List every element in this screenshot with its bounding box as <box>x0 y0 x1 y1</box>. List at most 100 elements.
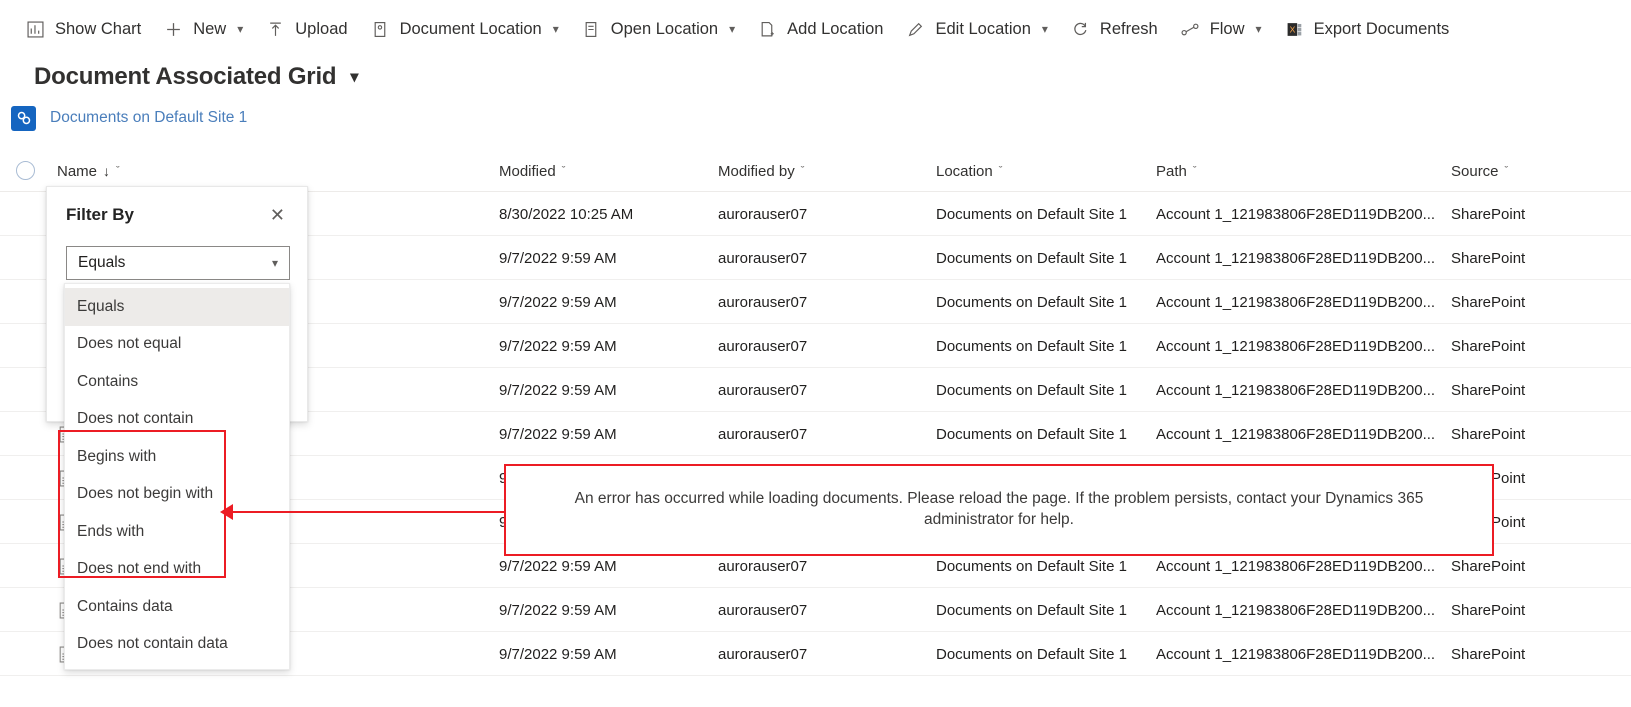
cell-modified-by: aurorauser07 <box>718 293 808 311</box>
command-label: Show Chart <box>55 19 142 38</box>
add-location-icon <box>757 19 778 40</box>
cell-location: Documents on Default Site 1 <box>936 381 1127 399</box>
command-upload[interactable]: Upload <box>254 9 358 49</box>
cell-source: SharePoint <box>1451 205 1526 223</box>
breadcrumb: Documents on Default Site 1 <box>0 102 1631 134</box>
command-edit-location[interactable]: Edit Location ▾ <box>894 9 1058 49</box>
chevron-down-icon: ▾ <box>237 22 244 36</box>
cell-modified: 9/7/2022 9:59 AM <box>499 601 617 619</box>
column-header-location[interactable]: Location ˇ <box>936 150 1146 192</box>
chart-icon <box>25 19 46 40</box>
cell-modified: 9/7/2022 9:59 AM <box>499 645 617 663</box>
flow-icon <box>1180 19 1201 40</box>
close-icon[interactable]: ✕ <box>266 204 289 226</box>
cell-modified-by: aurorauser07 <box>718 381 808 399</box>
chevron-down-icon[interactable]: ˇ <box>1505 165 1509 177</box>
cell-source: SharePoint <box>1451 293 1526 311</box>
filter-option-does-not-equal[interactable]: Does not equal <box>65 325 289 363</box>
command-label: Refresh <box>1099 19 1158 38</box>
cell-path: Account 1_121983806F28ED119DB200... <box>1156 205 1436 223</box>
view-selector-chevron-down-icon[interactable]: ▾ <box>350 67 358 87</box>
chevron-down-icon: ▾ <box>729 22 736 36</box>
command-label: Flow <box>1209 19 1245 38</box>
error-message-text: An error has occurred while loading docu… <box>574 490 1424 528</box>
chevron-down-icon: ▾ <box>552 22 559 36</box>
column-header-label: Modified by <box>718 162 795 180</box>
column-header-label: Source <box>1451 162 1499 180</box>
filter-option-contains[interactable]: Contains <box>65 363 289 401</box>
command-flow[interactable]: Flow ▾ <box>1169 9 1273 49</box>
error-callout: An error has occurred while loading docu… <box>504 464 1494 556</box>
cell-path: Account 1_121983806F28ED119DB200... <box>1156 337 1436 355</box>
cell-path: Account 1_121983806F28ED119DB200... <box>1156 645 1436 663</box>
column-header-path[interactable]: Path ˇ <box>1156 150 1436 192</box>
filter-option-begins-with[interactable]: Begins with <box>65 438 289 476</box>
cell-modified: 9/7/2022 9:59 AM <box>499 337 617 355</box>
filter-operator-value: Equals <box>78 254 126 271</box>
filter-option-equals[interactable]: Equals <box>65 288 289 326</box>
column-header-label: Modified <box>499 162 556 180</box>
column-header-label: Path <box>1156 162 1187 180</box>
cell-modified: 9/7/2022 9:59 AM <box>499 293 617 311</box>
cell-modified-by: aurorauser07 <box>718 205 808 223</box>
cell-location: Documents on Default Site 1 <box>936 425 1127 443</box>
command-document-location[interactable]: Document Location ▾ <box>359 9 570 49</box>
command-refresh[interactable]: Refresh <box>1059 9 1169 49</box>
cell-location: Documents on Default Site 1 <box>936 205 1127 223</box>
command-add-location[interactable]: Add Location <box>746 9 894 49</box>
plus-icon <box>163 19 184 40</box>
document-location-icon <box>370 19 391 40</box>
column-header-modified[interactable]: Modified ˇ <box>499 150 709 192</box>
command-label: Edit Location <box>935 19 1031 38</box>
cell-modified: 9/7/2022 9:59 AM <box>499 249 617 267</box>
cell-modified: 8/30/2022 10:25 AM <box>499 205 634 223</box>
cell-modified-by: aurorauser07 <box>718 425 808 443</box>
cell-modified-by: aurorauser07 <box>718 645 808 663</box>
command-label: Document Location <box>399 19 542 38</box>
chevron-down-icon[interactable]: ˇ <box>801 165 805 177</box>
command-label: Export Documents <box>1313 19 1450 38</box>
breadcrumb-location-link[interactable]: Documents on Default Site 1 <box>50 109 247 127</box>
filter-option-does-not-begin-with[interactable]: Does not begin with <box>65 475 289 513</box>
cell-path: Account 1_121983806F28ED119DB200... <box>1156 381 1436 399</box>
command-label: Add Location <box>787 19 884 38</box>
cell-modified-by: aurorauser07 <box>718 249 808 267</box>
cell-modified: 9/7/2022 9:59 AM <box>499 381 617 399</box>
cell-path: Account 1_121983806F28ED119DB200... <box>1156 425 1436 443</box>
filter-option-does-not-contain-data[interactable]: Does not contain data <box>65 625 289 663</box>
filter-option-ends-with[interactable]: Ends with <box>65 513 289 551</box>
filter-option-does-not-end-with[interactable]: Does not end with <box>65 550 289 588</box>
command-export-documents[interactable]: X Export Documents <box>1273 9 1461 49</box>
filter-operator-select[interactable]: Equals ▾ <box>66 246 290 280</box>
chevron-down-icon[interactable]: ˇ <box>562 165 566 177</box>
svg-text:X: X <box>1289 24 1295 34</box>
excel-export-icon: X <box>1284 19 1305 40</box>
command-show-chart[interactable]: Show Chart <box>14 9 152 49</box>
sharepoint-site-icon <box>11 105 36 131</box>
open-location-icon <box>581 19 602 40</box>
command-new[interactable]: New ▾ <box>152 9 254 49</box>
chevron-down-icon[interactable]: ˇ <box>999 165 1003 177</box>
sort-descending-icon: ↓ <box>103 163 111 179</box>
chevron-down-icon[interactable]: ˇ <box>1193 165 1197 177</box>
edit-pencil-icon <box>905 19 926 40</box>
refresh-icon <box>1070 19 1091 40</box>
column-header-label: Name <box>57 162 98 180</box>
view-title-row: Document Associated Grid ▾ <box>0 55 1631 99</box>
select-all-checkbox[interactable] <box>16 161 35 180</box>
column-header-label: Location <box>936 162 993 180</box>
command-label: Upload <box>295 19 348 38</box>
column-header-source[interactable]: Source ˇ <box>1451 150 1621 192</box>
cell-location: Documents on Default Site 1 <box>936 601 1127 619</box>
cell-location: Documents on Default Site 1 <box>936 337 1127 355</box>
chevron-down-icon: ▾ <box>1255 22 1262 36</box>
command-open-location[interactable]: Open Location ▾ <box>570 9 746 49</box>
command-label: Open Location <box>610 19 719 38</box>
chevron-down-icon: ▾ <box>1041 22 1048 36</box>
filter-option-contains-data[interactable]: Contains data <box>65 588 289 626</box>
column-header-modified-by[interactable]: Modified by ˇ <box>718 150 928 192</box>
cell-modified-by: aurorauser07 <box>718 337 808 355</box>
filter-option-does-not-contain[interactable]: Does not contain <box>65 400 289 438</box>
chevron-down-icon[interactable]: ˇ <box>116 165 120 177</box>
cell-modified: 9/7/2022 9:59 AM <box>499 425 617 443</box>
